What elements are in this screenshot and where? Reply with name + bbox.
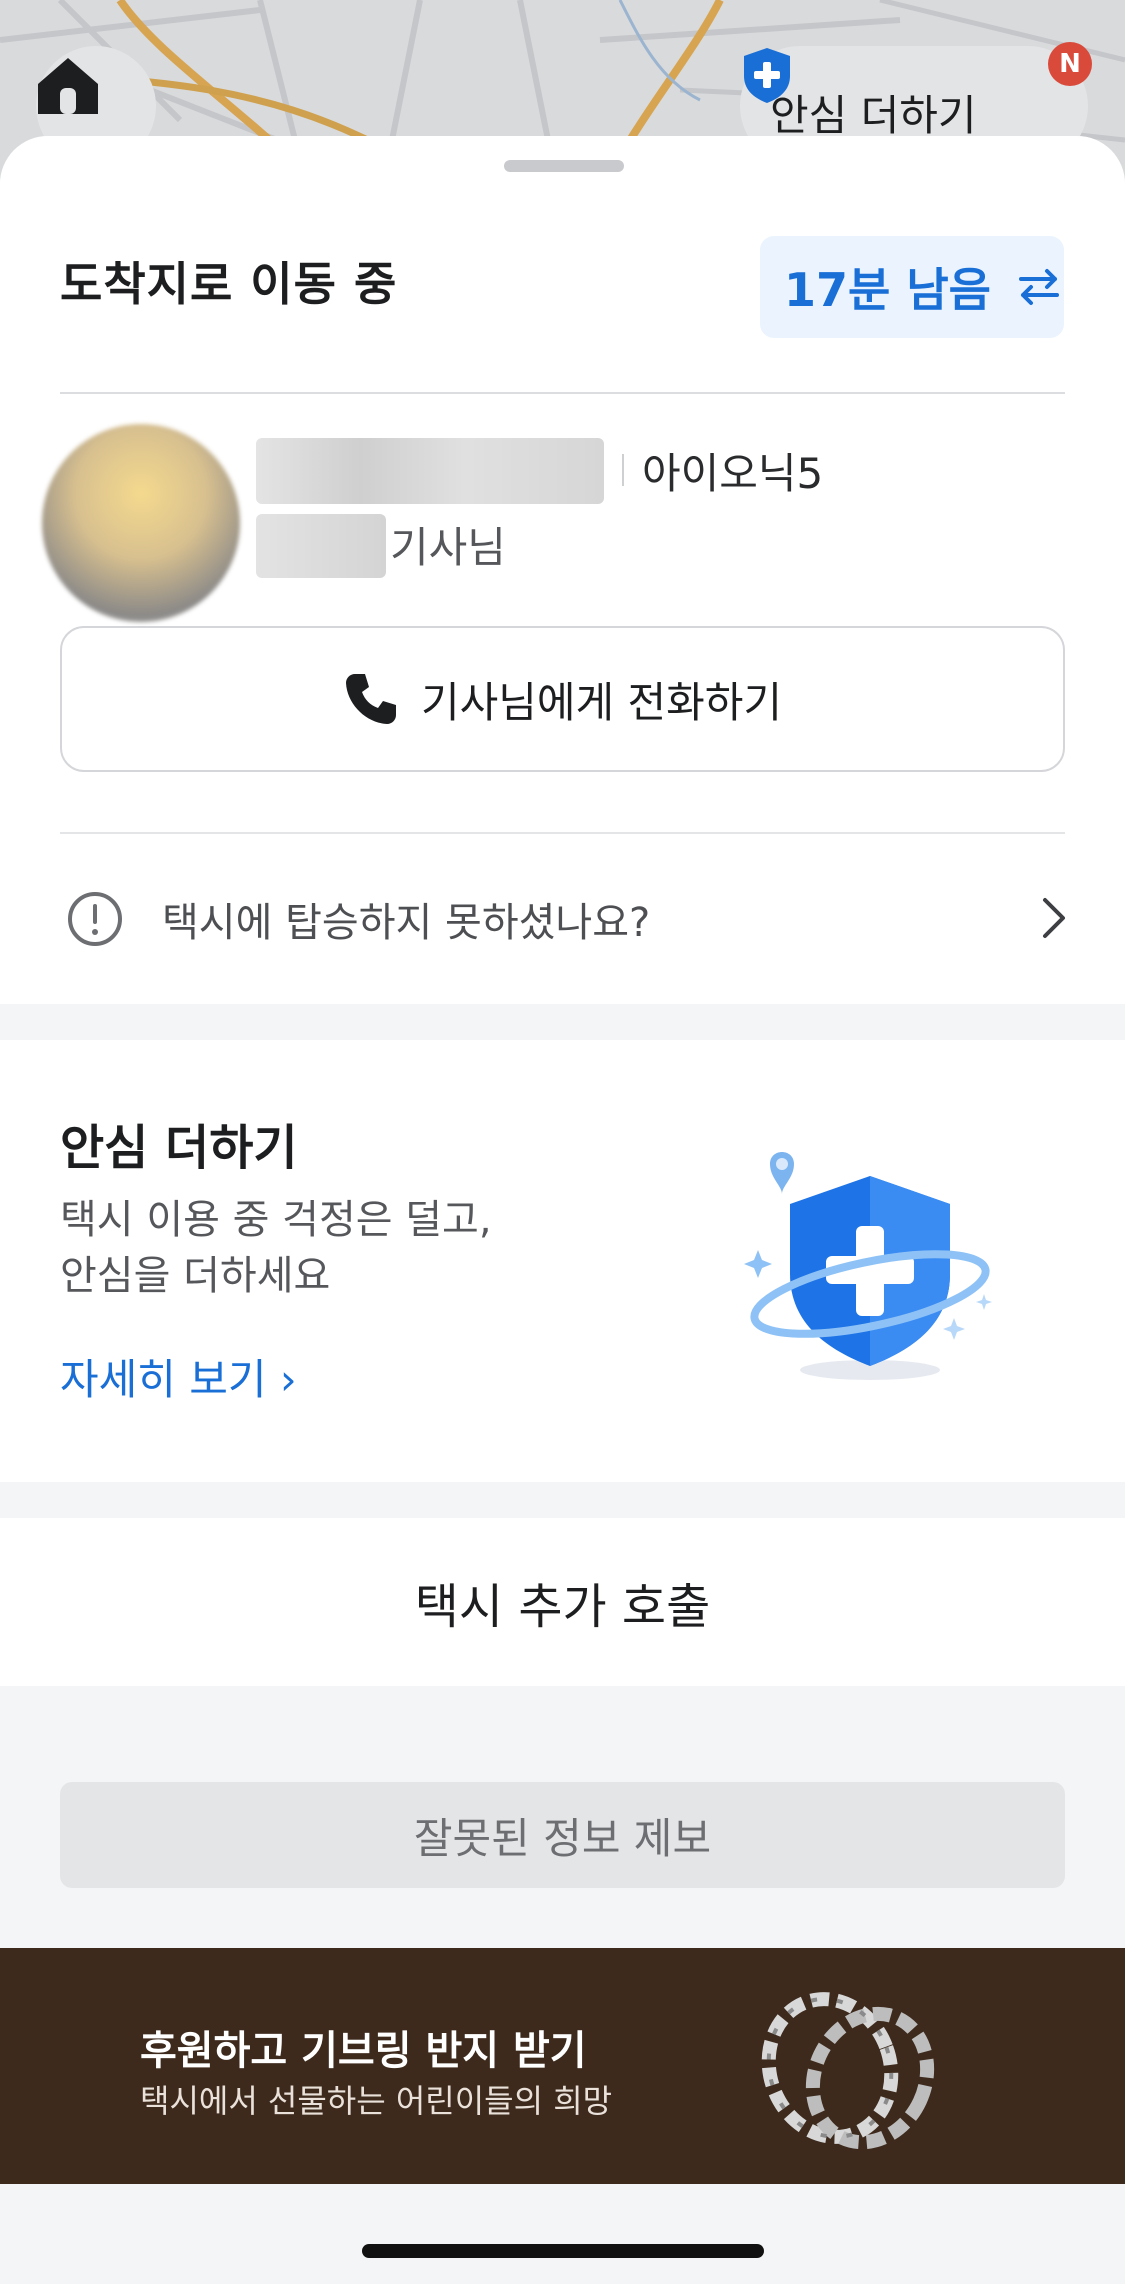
phone-icon (345, 674, 396, 724)
time-remaining-toggle[interactable]: 17분 남음 (760, 236, 1064, 338)
plate-number-redacted (256, 438, 604, 504)
swap-arrows-icon (1019, 269, 1059, 305)
shield-plus-icon (744, 48, 790, 103)
driver-info: 아이오닉5 기사님 (0, 394, 1125, 626)
chevron-right-icon (1043, 898, 1065, 938)
report-wrong-info-button[interactable]: 잘못된 정보 제보 (60, 1782, 1065, 1888)
exclamation-circle-icon (68, 892, 122, 946)
call-driver-button[interactable]: 기사님에게 전화하기 (60, 626, 1065, 772)
safety-card-description: 택시 이용 중 걱정은 덜고, 안심을 더하세요 (60, 1197, 492, 1299)
driver-name-redacted (256, 514, 386, 578)
extra-taxi-call-button[interactable]: 택시 추가 호출 (0, 1518, 1125, 1686)
not-boarded-label: 택시에 탑승하지 못하셨나요? (162, 900, 651, 946)
ride-status-title: 도착지로 이동 중 (60, 257, 398, 311)
banner-subtitle: 택시에서 선물하는 어린이들의 희망 (140, 2082, 613, 2120)
home-icon (38, 58, 98, 114)
not-boarded-row[interactable]: 택시에 탑승하지 못하셨나요? (0, 834, 1125, 1004)
home-indicator[interactable] (362, 2244, 764, 2258)
safety-more-link[interactable]: 자세히 보기 › (60, 1346, 297, 1407)
sheet-drag-handle[interactable] (504, 160, 624, 172)
safety-pill-label: 안심 더하기 (770, 91, 977, 140)
car-model: 아이오닉5 (642, 449, 824, 498)
safety-promo-card: 안심 더하기 택시 이용 중 걱정은 덜고, 안심을 더하세요 자세히 보기 › (0, 1040, 1125, 1482)
separator (622, 454, 624, 486)
donation-banner[interactable]: 후원하고 기브링 반지 받기 택시에서 선물하는 어린이들의 희망 (0, 1948, 1125, 2184)
driver-avatar (42, 424, 240, 622)
safety-card-title: 안심 더하기 (60, 1120, 298, 1176)
ring-image (761, 1992, 935, 2150)
call-driver-label: 기사님에게 전화하기 (420, 677, 783, 727)
ride-info-section: 도착지로 이동 중 17분 남음 아이오닉5 기사님 기사님에게 전화하기 택시… (0, 136, 1125, 1004)
banner-title: 후원하고 기브링 반지 받기 (140, 2028, 587, 2074)
driver-title: 기사님 (390, 523, 506, 572)
shield-illustration (744, 1152, 992, 1380)
new-badge: N (1048, 42, 1092, 86)
time-remaining-label: 17분 남음 (784, 263, 991, 317)
